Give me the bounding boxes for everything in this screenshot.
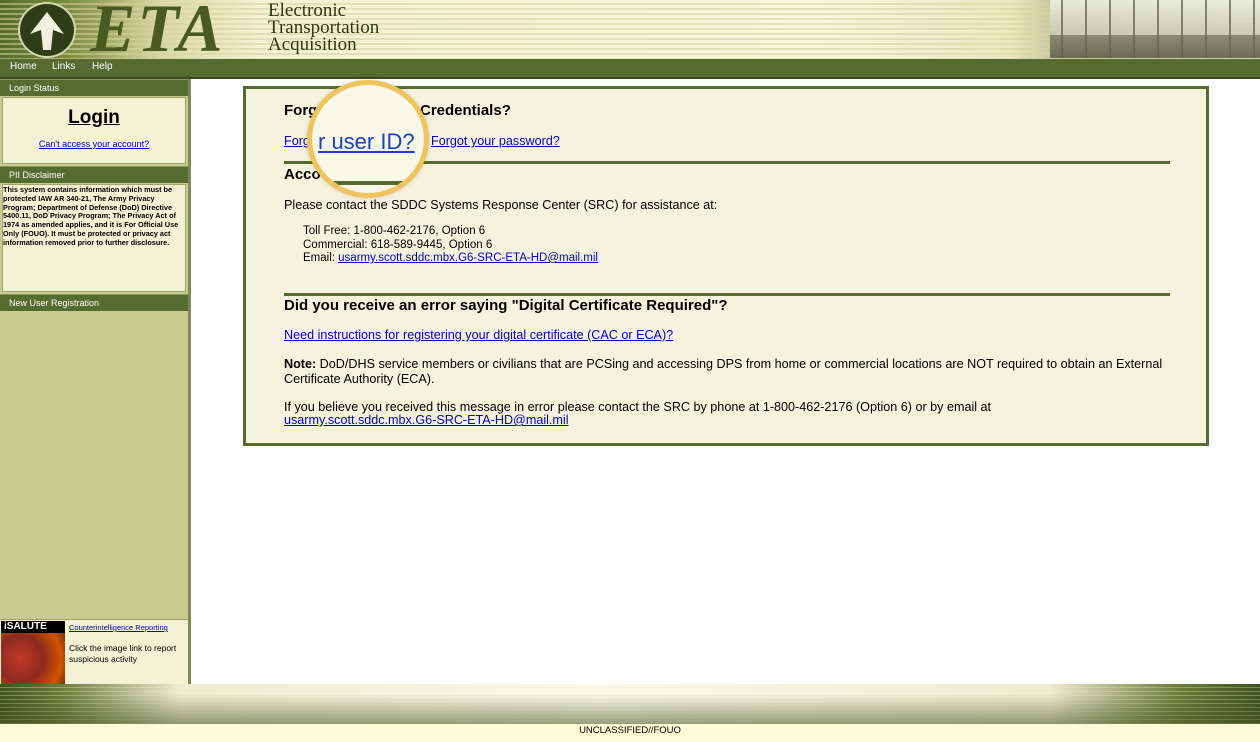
ci-instructions: Click the image link to report suspiciou… [69, 643, 177, 664]
nav-links-link[interactable]: Links [52, 61, 75, 72]
note-paragraph: Note: DoD/DHS service members or civilia… [284, 357, 1174, 387]
magnified-forgot-user-id-link[interactable]: r user ID? [318, 129, 415, 155]
sidebar: Login Status Login Can't access your acc… [0, 79, 191, 685]
port-cranes-image [1050, 0, 1260, 58]
footer-band [0, 684, 1260, 724]
login-link[interactable]: Login [0, 107, 188, 129]
toll-free-number: Toll Free: 1-800-462-2176, Option 6 [303, 225, 486, 237]
top-nav: Home Links Help [0, 59, 1260, 79]
nav-home-link[interactable]: Home [10, 61, 37, 72]
cant-access-link[interactable]: Can't access your account? [0, 139, 188, 149]
nav-help-link[interactable]: Help [92, 61, 113, 72]
classification-banner: UNCLASSIFIED//FOUO [0, 724, 1260, 742]
counterintelligence-link[interactable]: Counterintelligence Reporting [69, 623, 168, 632]
error-email-link[interactable]: usarmy.scott.sddc.mbx.G6-SRC-ETA-HD@mail… [284, 413, 569, 428]
pii-disclaimer-header: PII Disclaimer [0, 166, 188, 183]
magnified-divider [312, 181, 424, 185]
forgot-password-link[interactable]: Forgot your password? [431, 134, 560, 149]
new-user-registration-header[interactable]: New User Registration [0, 294, 188, 311]
src-email-link[interactable]: usarmy.scott.sddc.mbx.G6-SRC-ETA-HD@mail… [338, 252, 598, 264]
arrow-logo-icon [18, 2, 76, 58]
divider-2 [284, 293, 1170, 296]
email-line: Email: usarmy.scott.sddc.mbx.G6-SRC-ETA-… [303, 252, 598, 265]
email-label: Email: [303, 252, 339, 264]
digital-certificate-heading: Did you receive an error saying "Digital… [284, 297, 728, 314]
logo-subtitle: Electronic Transportation Acquisition [268, 1, 379, 55]
pii-disclaimer-text: This system contains information which m… [3, 185, 179, 247]
contact-intro: Please contact the SDDC Systems Response… [284, 198, 718, 212]
note-label: Note: [284, 357, 317, 371]
isalute-box: iSALUTE Counterintelligence Reporting Cl… [0, 619, 188, 685]
header-banner: ETA Electronic Transportation Acquisitio… [0, 0, 1260, 60]
certificate-instructions-link[interactable]: Need instructions for registering your d… [284, 328, 673, 343]
eta-logo-text: ETA [90, 0, 225, 60]
login-status-header: Login Status [0, 79, 188, 96]
subtitle-line-3: Acquisition [268, 34, 357, 55]
isalute-tag: iSALUTE [1, 621, 65, 633]
forgot-heading-right: Credentials? [420, 102, 511, 119]
note-text: DoD/DHS service members or civilians tha… [284, 357, 1163, 386]
magnifier-overlay: r user ID? [307, 80, 429, 198]
commercial-number: Commercial: 618-589-9445, Option 6 [303, 239, 493, 251]
